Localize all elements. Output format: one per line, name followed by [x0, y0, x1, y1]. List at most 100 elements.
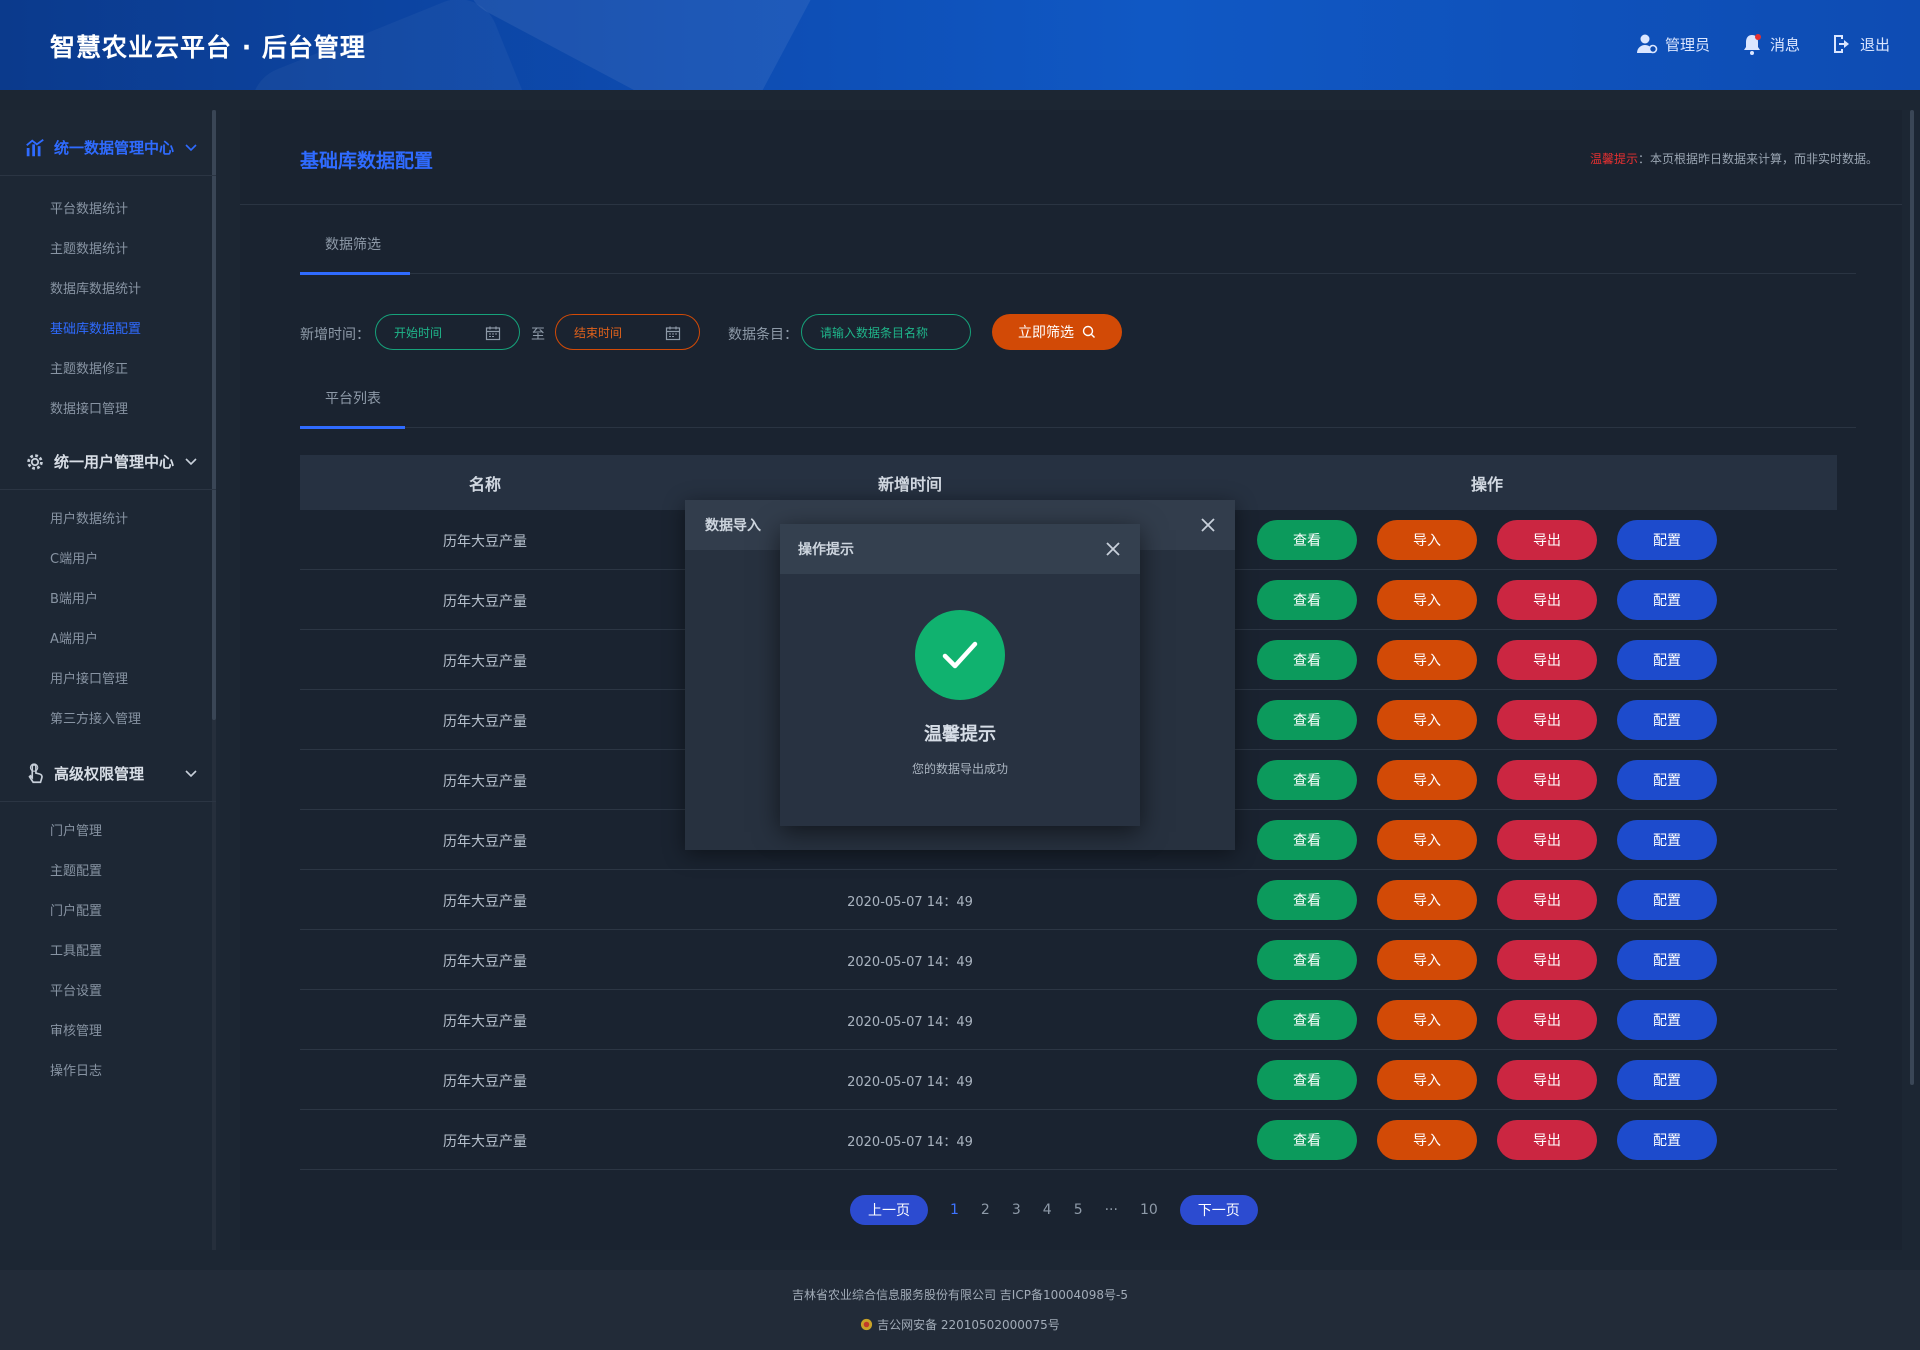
sidebar-item-theme-stats[interactable]: 主题数据统计 — [50, 238, 128, 257]
view-button[interactable]: 查看 — [1257, 940, 1357, 980]
config-button[interactable]: 配置 — [1617, 1120, 1717, 1160]
config-button[interactable]: 配置 — [1617, 880, 1717, 920]
export-button[interactable]: 导出 — [1497, 580, 1597, 620]
row-name: 历年大豆产量 — [443, 1074, 527, 1090]
sidebar-item-op-log[interactable]: 操作日志 — [50, 1060, 102, 1079]
sidebar-item-platform-settings[interactable]: 平台设置 — [50, 980, 102, 999]
filter-search-button[interactable]: 立即筛选 — [992, 314, 1122, 350]
import-button[interactable]: 导入 — [1377, 940, 1477, 980]
export-button[interactable]: 导出 — [1497, 940, 1597, 980]
export-button[interactable]: 导出 — [1497, 1120, 1597, 1160]
sidebar-item-theme-fix[interactable]: 主题数据修正 — [50, 358, 128, 377]
export-button[interactable]: 导出 — [1497, 640, 1597, 680]
import-button[interactable]: 导入 — [1377, 880, 1477, 920]
header-nav: 管理员 消息 退出 — [1635, 32, 1890, 56]
view-button[interactable]: 查看 — [1257, 1060, 1357, 1100]
sidebar-item-api-manage[interactable]: 数据接口管理 — [50, 398, 128, 417]
export-button[interactable]: 导出 — [1497, 1000, 1597, 1040]
nav-messages-label: 消息 — [1769, 35, 1800, 54]
view-button[interactable]: 查看 — [1257, 1000, 1357, 1040]
import-button[interactable]: 导入 — [1377, 1000, 1477, 1040]
view-button[interactable]: 查看 — [1257, 820, 1357, 860]
config-button[interactable]: 配置 — [1617, 1000, 1717, 1040]
close-icon[interactable] — [1199, 516, 1217, 534]
end-date-input[interactable]: 结束时间 — [555, 314, 700, 350]
import-button[interactable]: 导入 — [1377, 1120, 1477, 1160]
import-button[interactable]: 导入 — [1377, 760, 1477, 800]
export-button[interactable]: 导出 — [1497, 1060, 1597, 1100]
config-button[interactable]: 配置 — [1617, 760, 1717, 800]
config-button[interactable]: 配置 — [1617, 820, 1717, 860]
row-time: 2020-05-07 14：49 — [847, 955, 973, 970]
chevron-down-icon — [185, 144, 197, 152]
sidebar-item-user-stats[interactable]: 用户数据统计 — [50, 508, 128, 527]
sidebar-content: 统一数据管理中心 平台数据统计 主题数据统计 数据库数据统计 基础库数据配置 主… — [0, 110, 220, 1250]
view-button[interactable]: 查看 — [1257, 1120, 1357, 1160]
main-scrollbar[interactable] — [1910, 110, 1914, 1085]
nav-messages[interactable]: 消息 — [1740, 32, 1800, 56]
footer-company: 吉林省农业综合信息服务股份有限公司 吉ICP备10004098号-5 — [791, 1288, 1128, 1302]
tab-platform-list[interactable]: 平台列表 — [300, 388, 406, 428]
sidebar-item-theme-config[interactable]: 主题配置 — [50, 860, 102, 879]
row-name: 历年大豆产量 — [443, 594, 527, 610]
sidebar-item-db-stats[interactable]: 数据库数据统计 — [50, 278, 141, 297]
start-date-input[interactable]: 开始时间 — [375, 314, 520, 350]
sidebar-group-data-center[interactable]: 统一数据管理中心 — [0, 120, 216, 176]
sidebar-item-c-users[interactable]: C端用户 — [50, 548, 98, 567]
view-button[interactable]: 查看 — [1257, 580, 1357, 620]
import-button[interactable]: 导入 — [1377, 820, 1477, 860]
prev-page-button[interactable]: 上一页 — [850, 1195, 928, 1225]
view-button[interactable]: 查看 — [1257, 520, 1357, 560]
row-name: 历年大豆产量 — [443, 1134, 527, 1150]
config-button[interactable]: 配置 — [1617, 580, 1717, 620]
import-button[interactable]: 导入 — [1377, 640, 1477, 680]
nav-admin[interactable]: 管理员 — [1635, 32, 1710, 56]
group-title-label: 高级权限管理 — [54, 765, 145, 783]
next-page-button[interactable]: 下一页 — [1179, 1195, 1258, 1225]
tab-active-indicator — [300, 426, 405, 429]
sidebar-item-b-users[interactable]: B端用户 — [50, 588, 98, 607]
config-button[interactable]: 配置 — [1617, 640, 1717, 680]
nav-logout[interactable]: 退出 — [1830, 32, 1890, 56]
item-name-input[interactable]: 请输入数据条目名称 — [801, 314, 971, 350]
import-button[interactable]: 导入 — [1377, 520, 1477, 560]
export-button[interactable]: 导出 — [1497, 520, 1597, 560]
sidebar-item-user-api[interactable]: 用户接口管理 — [50, 668, 128, 687]
export-button[interactable]: 导出 — [1497, 760, 1597, 800]
import-button[interactable]: 导入 — [1377, 1060, 1477, 1100]
view-button[interactable]: 查看 — [1257, 760, 1357, 800]
export-button[interactable]: 导出 — [1497, 700, 1597, 740]
filter-item-label: 数据条目： — [728, 327, 798, 343]
row-name: 历年大豆产量 — [443, 654, 527, 670]
page-4[interactable]: 4 — [1043, 1202, 1052, 1218]
close-icon[interactable] — [1104, 540, 1122, 558]
sidebar-item-a-users[interactable]: A端用户 — [50, 628, 98, 647]
config-button[interactable]: 配置 — [1617, 940, 1717, 980]
sidebar-item-portal[interactable]: 门户管理 — [50, 820, 102, 839]
sidebar-group-user-center[interactable]: 统一用户管理中心 — [0, 434, 216, 490]
page-2[interactable]: 2 — [981, 1202, 990, 1218]
export-button[interactable]: 导出 — [1497, 880, 1597, 920]
page-5[interactable]: 5 — [1074, 1202, 1083, 1218]
view-button[interactable]: 查看 — [1257, 640, 1357, 680]
sidebar-group-permissions[interactable]: 高级权限管理 — [0, 746, 216, 802]
sidebar-item-third-party[interactable]: 第三方接入管理 — [50, 708, 141, 727]
config-button[interactable]: 配置 — [1617, 520, 1717, 560]
view-button[interactable]: 查看 — [1257, 700, 1357, 740]
page-10[interactable]: 10 — [1140, 1202, 1158, 1218]
sidebar-item-tool-config[interactable]: 工具配置 — [50, 940, 102, 959]
tab-data-filter[interactable]: 数据筛选 — [300, 234, 406, 274]
sidebar-item-base-config[interactable]: 基础库数据配置 — [50, 318, 141, 337]
app-title: 智慧农业云平台 · 后台管理 — [50, 33, 366, 62]
config-button[interactable]: 配置 — [1617, 700, 1717, 740]
import-button[interactable]: 导入 — [1377, 580, 1477, 620]
sidebar-item-portal-config[interactable]: 门户配置 — [50, 900, 102, 919]
sidebar-item-audit[interactable]: 审核管理 — [50, 1020, 102, 1039]
import-button[interactable]: 导入 — [1377, 700, 1477, 740]
page-3[interactable]: 3 — [1012, 1202, 1021, 1218]
view-button[interactable]: 查看 — [1257, 880, 1357, 920]
export-button[interactable]: 导出 — [1497, 820, 1597, 860]
sidebar-item-platform-stats[interactable]: 平台数据统计 — [50, 198, 128, 217]
config-button[interactable]: 配置 — [1617, 1060, 1717, 1100]
page-1[interactable]: 1 — [950, 1202, 959, 1218]
